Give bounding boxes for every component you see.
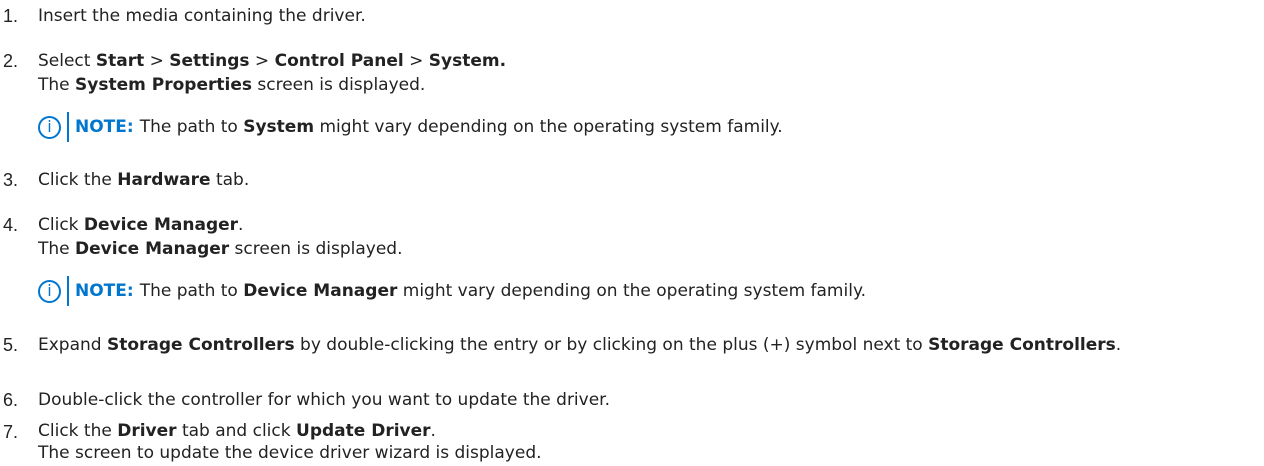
ui-term: System. (428, 51, 507, 71)
note-callout: i NOTE: The path to System might vary de… (38, 112, 783, 142)
ui-term: Update Driver (296, 421, 431, 441)
ui-term: Driver (117, 421, 177, 441)
step-text: Double-click the controller for which yo… (38, 388, 1260, 412)
step-number: 7. (3, 422, 19, 442)
step-text-fragment: Insert the media containing the driver. (38, 6, 366, 26)
step-text-fragment: . (238, 215, 244, 235)
step-text-fragment: Click the (38, 170, 118, 190)
note-text-fragment: The path to (139, 117, 244, 137)
step-text-fragment: Expand (38, 335, 107, 355)
step-text-fragment: . (430, 421, 436, 441)
note-divider (67, 112, 69, 142)
ui-term: Control Panel (274, 51, 404, 71)
ui-term: Hardware (117, 170, 211, 190)
step-number: 2. (3, 51, 19, 71)
step-text: Expand Storage Controllers by double-cli… (38, 333, 1260, 357)
note-text: The path to System might vary depending … (140, 117, 783, 137)
step-number: 4. (3, 215, 19, 235)
step-text-fragment: screen is displayed. (251, 75, 426, 95)
note-divider (67, 276, 69, 306)
step-text: Insert the media containing the driver. (38, 4, 1260, 28)
step-result: The screen to update the device driver w… (38, 443, 542, 463)
step-text-fragment: > (249, 51, 275, 71)
step-text-fragment: The (38, 239, 76, 259)
step-text-fragment: > (403, 51, 429, 71)
ui-term: Start (95, 51, 145, 71)
step-text-fragment: . (1115, 335, 1122, 355)
step-text-fragment: tab and click (176, 421, 297, 441)
step-number: 5. (3, 335, 19, 355)
step-text: Select Start > Settings > Control Panel … (38, 49, 1260, 97)
ui-term: Storage Controllers (106, 335, 295, 355)
step-result: The Device Manager screen is displayed. (38, 237, 1260, 261)
note-label: NOTE: (75, 281, 134, 301)
step-text-fragment: Click the (38, 421, 118, 441)
ui-term: Settings (169, 51, 250, 71)
step-number: 3. (3, 170, 19, 190)
ui-term: System Properties (75, 75, 252, 95)
note-text-fragment: might vary depending on the operating sy… (314, 117, 783, 137)
step-text-fragment: The (38, 75, 76, 95)
step-text: Click the Hardware tab. (38, 168, 1260, 192)
step-text-fragment: by double-clicking the entry or by click… (294, 335, 929, 355)
step-text-fragment: Click (38, 215, 84, 235)
note-text: The path to Device Manager might vary de… (140, 281, 866, 301)
ui-term: Storage Controllers (928, 335, 1116, 355)
info-icon: i (38, 115, 61, 139)
ui-term: Device Manager (243, 281, 398, 301)
procedure-document: 1. Insert the media containing the drive… (0, 0, 1264, 466)
step-text-fragment: tab. (210, 170, 250, 190)
step-text: Click the Driver tab and click Update Dr… (38, 420, 1260, 464)
step-text: Click Device Manager. The Device Manager… (38, 213, 1260, 261)
note-text-fragment: The path to (139, 281, 244, 301)
ui-term: Device Manager (75, 239, 230, 259)
step-text-fragment: Select (38, 51, 96, 71)
step-text-fragment: > (144, 51, 170, 71)
step-result: The System Properties screen is displaye… (38, 73, 1260, 97)
note-callout: i NOTE: The path to Device Manager might… (38, 276, 866, 306)
step-number: 1. (3, 6, 19, 26)
note-text-fragment: might vary depending on the operating sy… (397, 281, 866, 301)
step-number: 6. (3, 390, 19, 410)
ui-term: Device Manager (83, 215, 239, 235)
step-text-fragment: Double-click the controller for which yo… (38, 390, 611, 410)
step-text-fragment: screen is displayed. (229, 239, 403, 259)
info-icon: i (38, 279, 61, 303)
ui-term: System (243, 117, 315, 137)
note-label: NOTE: (75, 117, 134, 137)
